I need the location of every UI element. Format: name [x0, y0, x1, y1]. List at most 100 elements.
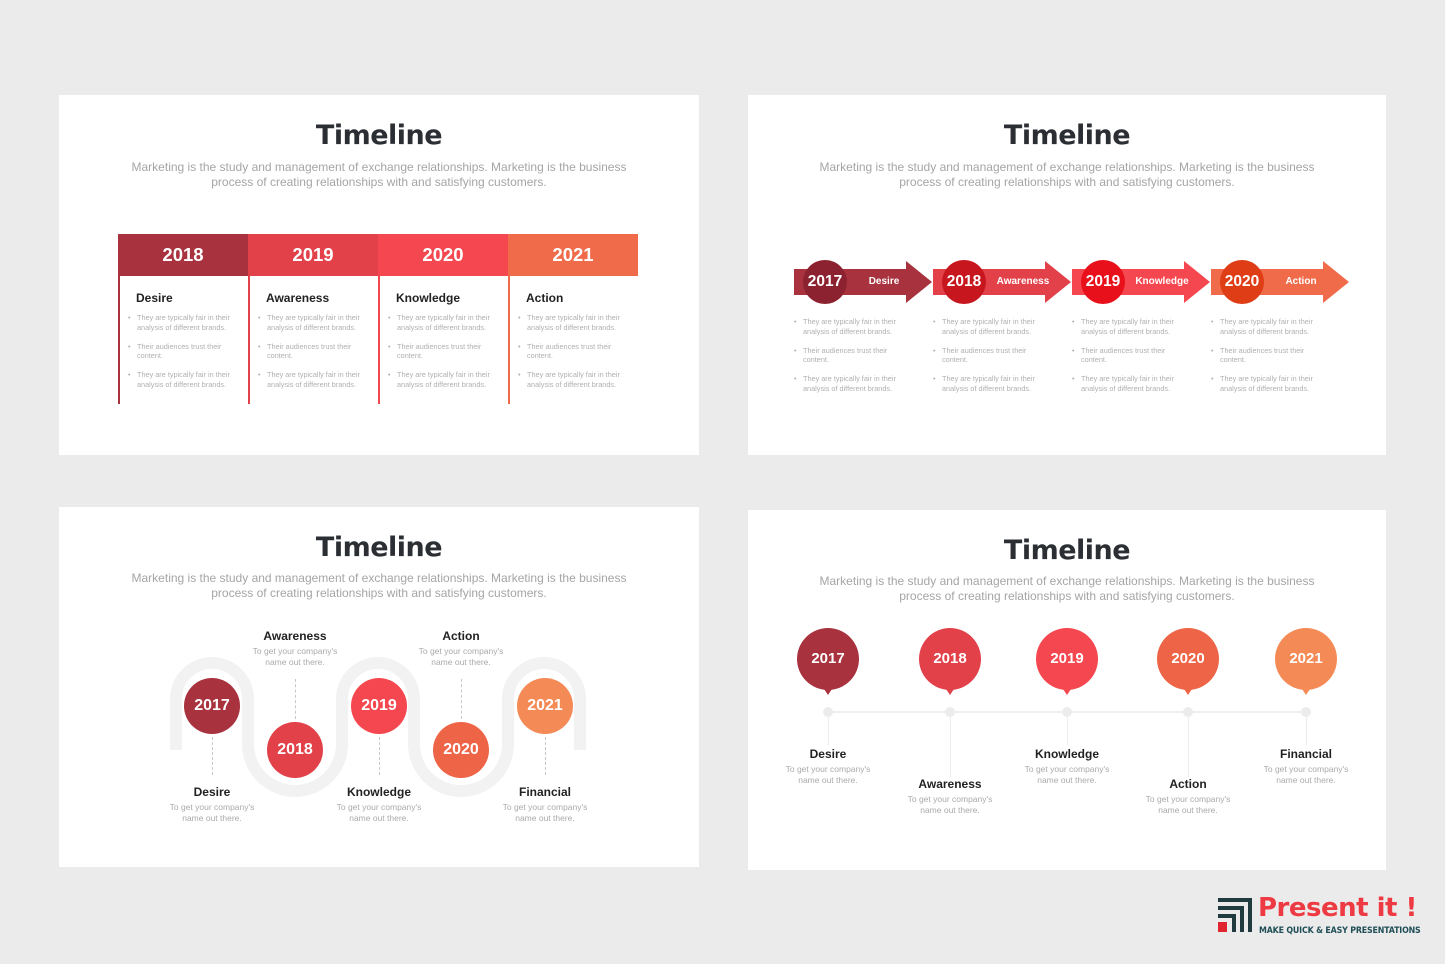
- stage-name: Action: [1169, 777, 1207, 791]
- description-line: name out there.: [798, 775, 858, 785]
- description-line: name out there.: [349, 813, 409, 823]
- description-line: name out there.: [1276, 775, 1336, 785]
- axis-dot: [945, 707, 955, 717]
- arrow-step: 2018 Awareness: [933, 260, 1073, 304]
- bullet-item: Their audiences trust their content.: [1072, 346, 1187, 365]
- year-circle: 2021: [517, 678, 573, 734]
- bullet-item: Their audiences trust their content.: [128, 342, 246, 361]
- bullet-item: They are typically fair in their analysi…: [794, 317, 909, 336]
- stage-label: Desire To get your company's name out ther…: [768, 747, 888, 786]
- stage-name: Desire: [193, 785, 231, 799]
- slide-title: Timeline: [1003, 120, 1131, 151]
- stage-label: Awareness To get your company's name out t…: [890, 777, 1010, 816]
- bullet-list: They are typically fair in their analysi…: [258, 313, 376, 399]
- description-line: To get your company's: [252, 646, 338, 656]
- stage-description: To get your company's name out there.: [1128, 794, 1248, 816]
- connector-arrow: [379, 737, 380, 775]
- timeline-column: 2021 Action They are typically fair in the…: [508, 234, 638, 404]
- slide-pin-timeline: Timeline Marketing is the study and mana…: [748, 510, 1386, 870]
- bullet-item: They are typically fair in their analysi…: [388, 370, 506, 389]
- axis-dot: [823, 707, 833, 717]
- bullet-item: They are typically fair in their analysi…: [1211, 317, 1326, 336]
- description-line: To get your company's: [1145, 794, 1231, 804]
- connector-line: [828, 717, 829, 745]
- connector-line: [1306, 717, 1307, 745]
- bullet-item: They are typically fair in their analysi…: [1211, 374, 1326, 393]
- column-divider: [378, 234, 380, 404]
- bullet-item: Their audiences trust their content.: [258, 342, 376, 361]
- stage-label: Action To get your company's name out ther…: [1128, 777, 1248, 816]
- connector-line: [950, 717, 951, 777]
- connector-arrow: [461, 679, 462, 719]
- year-bubble: 2017: [797, 628, 859, 690]
- description-line: name out there.: [182, 813, 242, 823]
- bullet-item: They are typically fair in their analysi…: [794, 374, 909, 393]
- description-line: name out there.: [431, 657, 491, 667]
- pin-tip: [944, 686, 956, 695]
- stage-label: Awareness To get your company's name out t…: [235, 629, 355, 668]
- stage-name: Desire: [136, 291, 173, 305]
- description-line: To get your company's: [169, 802, 255, 812]
- year-circle: 2019: [351, 678, 407, 734]
- column-divider: [118, 234, 120, 404]
- arrow-step: 2020 Action: [1211, 260, 1351, 304]
- bullet-list: They are typically fair in their analysi…: [933, 317, 1048, 403]
- year-circle: 2020: [1220, 260, 1264, 304]
- stage-name: Desire: [809, 747, 847, 761]
- slide-subtitle: Marketing is the study and management of…: [819, 160, 1315, 189]
- description-line: To get your company's: [418, 646, 504, 656]
- bullet-item: They are typically fair in their analysi…: [128, 370, 246, 389]
- stage-name: Action: [442, 629, 480, 643]
- stage-name: Knowledge: [396, 291, 461, 305]
- stage-description: To get your company's name out there.: [319, 802, 439, 824]
- stage-description: To get your company's name out there.: [768, 764, 888, 786]
- bullet-item: Their audiences trust their content.: [794, 346, 909, 365]
- stage-description: To get your company's name out there.: [890, 794, 1010, 816]
- stage-name: Financial: [1279, 747, 1332, 761]
- stage-name: Awareness: [996, 276, 1050, 287]
- description-line: name out there.: [920, 805, 980, 815]
- stage-description: To get your company's name out there.: [235, 646, 355, 668]
- bullet-item: They are typically fair in their analysi…: [518, 313, 636, 332]
- stage-name: Desire: [868, 276, 900, 287]
- pin-tip: [1300, 686, 1312, 695]
- description-line: To get your company's: [502, 802, 588, 812]
- stage-label: Action To get your company's name out ther…: [401, 629, 521, 668]
- pin-tip: [1182, 686, 1194, 695]
- axis-dot: [1301, 707, 1311, 717]
- stage-description: To get your company's name out there.: [1007, 764, 1127, 786]
- bullet-item: Their audiences trust their content.: [388, 342, 506, 361]
- year-circle: 2018: [267, 722, 323, 778]
- timeline-column: 2019 Awareness They are typically fair in …: [248, 234, 378, 404]
- map-pin: 2020: [1157, 628, 1219, 698]
- slide-subtitle: Marketing is the study and management of…: [819, 574, 1315, 603]
- arrow-step: 2019 Knowledge: [1072, 260, 1212, 304]
- timeline-column: 2018 Desire They are typically fair in the…: [118, 234, 248, 404]
- pin-tip: [1061, 686, 1073, 695]
- connector-line: [1188, 717, 1189, 777]
- map-pin: 2017: [797, 628, 859, 698]
- bullet-item: They are typically fair in their analysi…: [388, 313, 506, 332]
- stage-description: To get your company's name out there.: [485, 802, 605, 824]
- bullet-item: They are typically fair in their analysi…: [933, 374, 1048, 393]
- stage-label: Financial To get your company's name out t…: [1246, 747, 1366, 786]
- logo-mark-icon: [1218, 898, 1252, 932]
- year-bubble: 2021: [1275, 628, 1337, 690]
- description-line: To get your company's: [1263, 764, 1349, 774]
- stage-description: To get your company's name out there.: [152, 802, 272, 824]
- bullet-item: They are typically fair in their analysi…: [1072, 317, 1187, 336]
- stage-label: Financial To get your company's name out t…: [485, 785, 605, 824]
- bullet-item: Their audiences trust their content.: [1211, 346, 1326, 365]
- bullet-item: They are typically fair in their analysi…: [258, 313, 376, 332]
- stage-name: Awareness: [263, 629, 327, 643]
- stage-name: Knowledge: [1034, 747, 1099, 761]
- description-line: To get your company's: [785, 764, 871, 774]
- slide-wave-timeline: Timeline Marketing is the study and mana…: [59, 507, 699, 867]
- year-bubble: 2020: [1157, 628, 1219, 690]
- year-circle: 2017: [184, 678, 240, 734]
- year-circle: 2017: [803, 260, 847, 304]
- bullet-list: They are typically fair in their analysi…: [388, 313, 506, 399]
- connector-line: [1067, 717, 1068, 745]
- connector-arrow: [295, 679, 296, 719]
- connector-arrow: [545, 737, 546, 775]
